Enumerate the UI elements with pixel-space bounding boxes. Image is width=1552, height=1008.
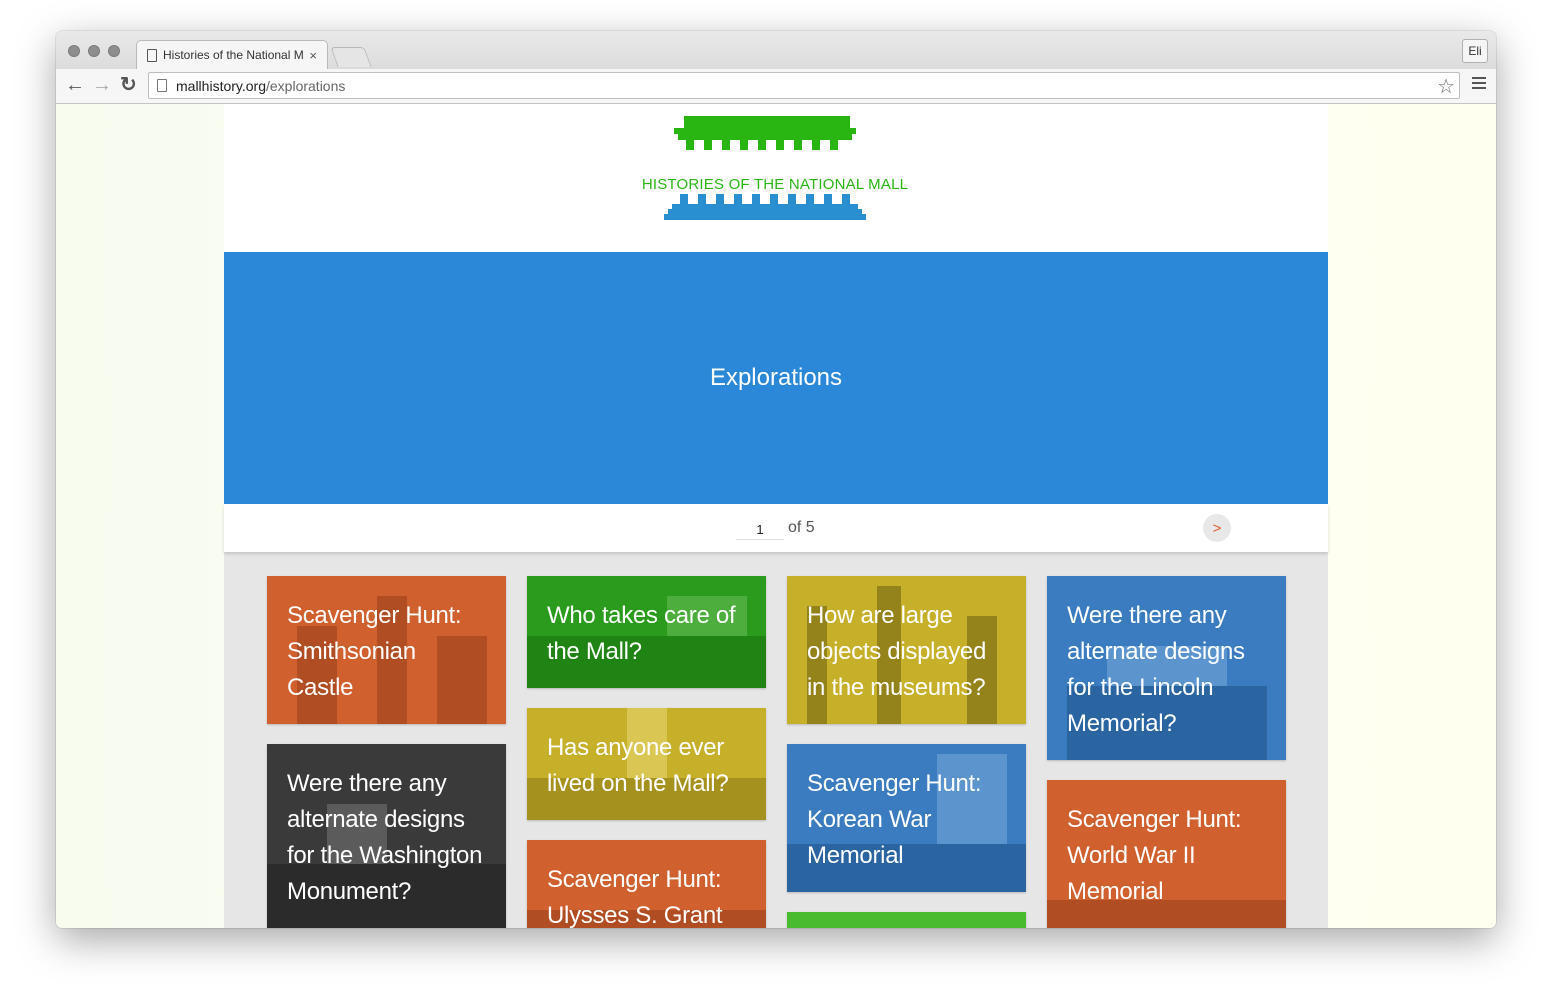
- exploration-card[interactable]: Scavenger Hunt: Korean War Memorial: [787, 744, 1026, 892]
- close-window-button[interactable]: [68, 45, 80, 57]
- page-count: of 5: [788, 519, 815, 536]
- site-logo[interactable]: HISTORIES OF THE NATIONAL MALL: [620, 114, 930, 224]
- minimize-window-button[interactable]: [88, 45, 100, 57]
- card-title: Were there any alternate designs for the…: [287, 770, 483, 905]
- url-text: mallhistory.org/explorations: [176, 78, 345, 94]
- hero-banner: Explorations: [224, 252, 1328, 504]
- capitol-logo-icon: [664, 116, 866, 220]
- url-host: mallhistory.org: [176, 77, 266, 94]
- page-number-input[interactable]: [736, 520, 784, 540]
- card-title: How are large objects displayed in the m…: [807, 602, 987, 701]
- exploration-card[interactable]: How are large objects displayed in the m…: [787, 576, 1026, 724]
- site-title: HISTORIES OF THE NATIONAL MALL: [641, 176, 909, 193]
- page-viewport: HISTORIES OF THE NATIONAL MALL Explorati…: [56, 104, 1496, 928]
- exploration-card[interactable]: Who takes care of the Mall?: [527, 576, 766, 688]
- reload-icon[interactable]: ↻: [120, 75, 137, 95]
- exploration-card[interactable]: Scavenger Hunt: Smithsonian Castle: [267, 576, 506, 724]
- page-icon: [157, 79, 167, 92]
- profile-button[interactable]: Eli: [1462, 39, 1488, 63]
- new-tab-button[interactable]: [330, 47, 372, 67]
- back-arrow-icon[interactable]: ←: [65, 75, 85, 95]
- card-title: Scavenger Hunt: Smithsonian Castle: [287, 602, 462, 701]
- tab-title: Histories of the National M: [163, 48, 304, 62]
- exploration-card[interactable]: Has anyone ever lived on the Mall?: [527, 708, 766, 820]
- exploration-card[interactable]: Scavenger Hunt: Ulysses S. Grant: [527, 840, 766, 928]
- page-content: HISTORIES OF THE NATIONAL MALL Explorati…: [224, 104, 1328, 928]
- card-title: Has anyone ever lived on the Mall?: [547, 734, 729, 797]
- page-icon: [147, 48, 157, 62]
- page-title: Explorations: [709, 364, 843, 391]
- menu-icon[interactable]: [1472, 77, 1486, 92]
- forward-arrow-icon[interactable]: →: [92, 75, 112, 95]
- site-header: HISTORIES OF THE NATIONAL MALL: [224, 104, 1328, 252]
- card-title: Scavenger Hunt: Ulysses S. Grant: [547, 866, 723, 928]
- next-page-button[interactable]: >: [1203, 514, 1231, 542]
- exploration-card[interactable]: Scavenger Hunt: World War II Memorial: [1047, 780, 1286, 928]
- url-path: /explorations: [266, 77, 346, 94]
- pagination: of 5 >: [224, 504, 1328, 552]
- window-controls: [68, 45, 120, 57]
- address-bar[interactable]: mallhistory.org/explorations ☆: [148, 72, 1460, 99]
- card-title: Scavenger Hunt: Korean War Memorial: [807, 770, 982, 869]
- browser-window: Histories of the National M × Eli ← → ↻ …: [56, 31, 1496, 928]
- exploration-card[interactable]: [787, 912, 1026, 928]
- tab-close-icon[interactable]: ×: [309, 48, 317, 63]
- exploration-card[interactable]: Were there any alternate designs for the…: [267, 744, 506, 928]
- card-title: Who takes care of the Mall?: [547, 602, 736, 665]
- tab-bar: Histories of the National M × Eli: [56, 31, 1496, 69]
- browser-tab[interactable]: Histories of the National M ×: [136, 40, 328, 69]
- zoom-window-button[interactable]: [108, 45, 120, 57]
- bookmark-star-icon[interactable]: ☆: [1437, 74, 1455, 99]
- card-title: Scavenger Hunt: World War II Memorial: [1067, 806, 1242, 905]
- exploration-card[interactable]: Were there any alternate designs for the…: [1047, 576, 1286, 760]
- browser-toolbar: ← → ↻ mallhistory.org/explorations ☆: [56, 69, 1496, 104]
- card-title: Were there any alternate designs for the…: [1067, 602, 1245, 737]
